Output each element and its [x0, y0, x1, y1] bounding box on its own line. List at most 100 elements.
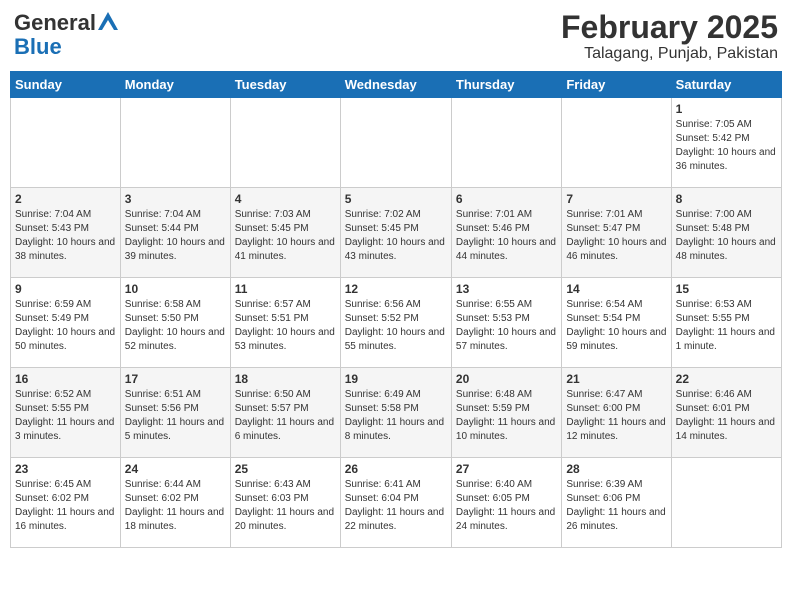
day-info: Sunrise: 6:52 AMSunset: 5:55 PMDaylight:… [15, 388, 116, 444]
day-number: 21 [566, 372, 666, 386]
calendar-cell: 25 Sunrise: 6:43 AMSunset: 6:03 PMDayligh… [230, 458, 340, 548]
day-number: 18 [235, 372, 336, 386]
day-info: Sunrise: 6:39 AMSunset: 6:06 PMDaylight:… [566, 478, 666, 534]
day-number: 15 [676, 282, 777, 296]
logo: General Blue [14, 10, 118, 60]
day-info: Sunrise: 6:41 AMSunset: 6:04 PMDaylight:… [345, 478, 447, 534]
day-number: 28 [566, 462, 666, 476]
logo-icon [98, 12, 118, 30]
calendar-cell: 21 Sunrise: 6:47 AMSunset: 6:00 PMDayligh… [562, 368, 671, 458]
logo-blue: Blue [14, 34, 62, 60]
day-number: 14 [566, 282, 666, 296]
day-info: Sunrise: 7:03 AMSunset: 5:45 PMDaylight:… [235, 208, 336, 264]
day-number: 4 [235, 192, 336, 206]
header: General Blue February 2025 Talagang, Pun… [10, 10, 782, 63]
calendar-cell: 14 Sunrise: 6:54 AMSunset: 5:54 PMDayligh… [562, 278, 671, 368]
calendar-cell: 11 Sunrise: 6:57 AMSunset: 5:51 PMDayligh… [230, 278, 340, 368]
calendar-cell: 4 Sunrise: 7:03 AMSunset: 5:45 PMDaylight… [230, 188, 340, 278]
day-number: 3 [125, 192, 226, 206]
week-row-4: 16 Sunrise: 6:52 AMSunset: 5:55 PMDayligh… [11, 368, 782, 458]
day-info: Sunrise: 7:01 AMSunset: 5:46 PMDaylight:… [456, 208, 557, 264]
day-info: Sunrise: 7:04 AMSunset: 5:43 PMDaylight:… [15, 208, 116, 264]
day-info: Sunrise: 6:51 AMSunset: 5:56 PMDaylight:… [125, 388, 226, 444]
day-info: Sunrise: 6:54 AMSunset: 5:54 PMDaylight:… [566, 298, 666, 354]
calendar-cell [230, 98, 340, 188]
day-info: Sunrise: 6:44 AMSunset: 6:02 PMDaylight:… [125, 478, 226, 534]
day-number: 17 [125, 372, 226, 386]
week-row-3: 9 Sunrise: 6:59 AMSunset: 5:49 PMDaylight… [11, 278, 782, 368]
calendar-cell: 20 Sunrise: 6:48 AMSunset: 5:59 PMDayligh… [451, 368, 561, 458]
day-info: Sunrise: 6:57 AMSunset: 5:51 PMDaylight:… [235, 298, 336, 354]
day-info: Sunrise: 6:40 AMSunset: 6:05 PMDaylight:… [456, 478, 557, 534]
calendar-cell: 15 Sunrise: 6:53 AMSunset: 5:55 PMDayligh… [671, 278, 781, 368]
day-number: 5 [345, 192, 447, 206]
week-row-2: 2 Sunrise: 7:04 AMSunset: 5:43 PMDaylight… [11, 188, 782, 278]
day-info: Sunrise: 6:45 AMSunset: 6:02 PMDaylight:… [15, 478, 116, 534]
day-info: Sunrise: 7:04 AMSunset: 5:44 PMDaylight:… [125, 208, 226, 264]
day-info: Sunrise: 6:43 AMSunset: 6:03 PMDaylight:… [235, 478, 336, 534]
day-number: 6 [456, 192, 557, 206]
header-row: SundayMondayTuesdayWednesdayThursdayFrid… [11, 72, 782, 98]
day-number: 9 [15, 282, 116, 296]
day-info: Sunrise: 6:48 AMSunset: 5:59 PMDaylight:… [456, 388, 557, 444]
day-number: 16 [15, 372, 116, 386]
calendar-cell: 9 Sunrise: 6:59 AMSunset: 5:49 PMDaylight… [11, 278, 121, 368]
day-info: Sunrise: 7:02 AMSunset: 5:45 PMDaylight:… [345, 208, 447, 264]
day-info: Sunrise: 6:47 AMSunset: 6:00 PMDaylight:… [566, 388, 666, 444]
calendar-cell: 12Sunrise: 6:56 AMSunset: 5:52 PMDayligh… [340, 278, 451, 368]
calendar-cell: 19 Sunrise: 6:49 AMSunset: 5:58 PMDayligh… [340, 368, 451, 458]
calendar-cell: 23 Sunrise: 6:45 AMSunset: 6:02 PMDayligh… [11, 458, 121, 548]
day-number: 22 [676, 372, 777, 386]
day-number: 7 [566, 192, 666, 206]
calendar-cell: 2 Sunrise: 7:04 AMSunset: 5:43 PMDaylight… [11, 188, 121, 278]
calendar-cell: 17 Sunrise: 6:51 AMSunset: 5:56 PMDayligh… [120, 368, 230, 458]
calendar-cell: 16 Sunrise: 6:52 AMSunset: 5:55 PMDayligh… [11, 368, 121, 458]
day-number: 27 [456, 462, 557, 476]
day-number: 19 [345, 372, 447, 386]
location-title: Talagang, Punjab, Pakistan [561, 45, 778, 63]
calendar-cell [120, 98, 230, 188]
calendar-cell [671, 458, 781, 548]
weekday-header-thursday: Thursday [451, 72, 561, 98]
calendar-cell [340, 98, 451, 188]
day-number: 10 [125, 282, 226, 296]
day-info: Sunrise: 6:58 AMSunset: 5:50 PMDaylight:… [125, 298, 226, 354]
day-info: Sunrise: 6:53 AMSunset: 5:55 PMDaylight:… [676, 298, 777, 354]
weekday-header-monday: Monday [120, 72, 230, 98]
day-info: Sunrise: 6:46 AMSunset: 6:01 PMDaylight:… [676, 388, 777, 444]
day-number: 1 [676, 102, 777, 116]
calendar-cell: 13Sunrise: 6:55 AMSunset: 5:53 PMDayligh… [451, 278, 561, 368]
calendar-cell: 27 Sunrise: 6:40 AMSunset: 6:05 PMDayligh… [451, 458, 561, 548]
day-number: 20 [456, 372, 557, 386]
month-title: February 2025 [561, 10, 778, 45]
day-info: Sunrise: 6:49 AMSunset: 5:58 PMDaylight:… [345, 388, 447, 444]
calendar-cell: 3 Sunrise: 7:04 AMSunset: 5:44 PMDaylight… [120, 188, 230, 278]
day-number: 24 [125, 462, 226, 476]
day-number: 2 [15, 192, 116, 206]
week-row-1: 1 Sunrise: 7:05 AMSunset: 5:42 PMDaylight… [11, 98, 782, 188]
calendar-cell: 8Sunrise: 7:00 AMSunset: 5:48 PMDaylight… [671, 188, 781, 278]
day-number: 12 [345, 282, 447, 296]
calendar-cell: 22 Sunrise: 6:46 AMSunset: 6:01 PMDayligh… [671, 368, 781, 458]
calendar-cell: 7 Sunrise: 7:01 AMSunset: 5:47 PMDaylight… [562, 188, 671, 278]
calendar-cell [451, 98, 561, 188]
calendar-cell: 28 Sunrise: 6:39 AMSunset: 6:06 PMDayligh… [562, 458, 671, 548]
weekday-header-wednesday: Wednesday [340, 72, 451, 98]
weekday-header-sunday: Sunday [11, 72, 121, 98]
calendar-cell: 26 Sunrise: 6:41 AMSunset: 6:04 PMDayligh… [340, 458, 451, 548]
day-number: 23 [15, 462, 116, 476]
day-info: Sunrise: 7:01 AMSunset: 5:47 PMDaylight:… [566, 208, 666, 264]
day-info: Sunrise: 6:50 AMSunset: 5:57 PMDaylight:… [235, 388, 336, 444]
day-number: 8 [676, 192, 777, 206]
day-number: 26 [345, 462, 447, 476]
calendar-cell: 10 Sunrise: 6:58 AMSunset: 5:50 PMDayligh… [120, 278, 230, 368]
day-info: Sunrise: 6:59 AMSunset: 5:49 PMDaylight:… [15, 298, 116, 354]
day-number: 25 [235, 462, 336, 476]
weekday-header-friday: Friday [562, 72, 671, 98]
logo-general: General [14, 10, 96, 36]
day-info: Sunrise: 7:05 AMSunset: 5:42 PMDaylight:… [676, 118, 777, 174]
calendar-cell [11, 98, 121, 188]
day-number: 11 [235, 282, 336, 296]
calendar-cell [562, 98, 671, 188]
calendar-cell: 5 Sunrise: 7:02 AMSunset: 5:45 PMDaylight… [340, 188, 451, 278]
